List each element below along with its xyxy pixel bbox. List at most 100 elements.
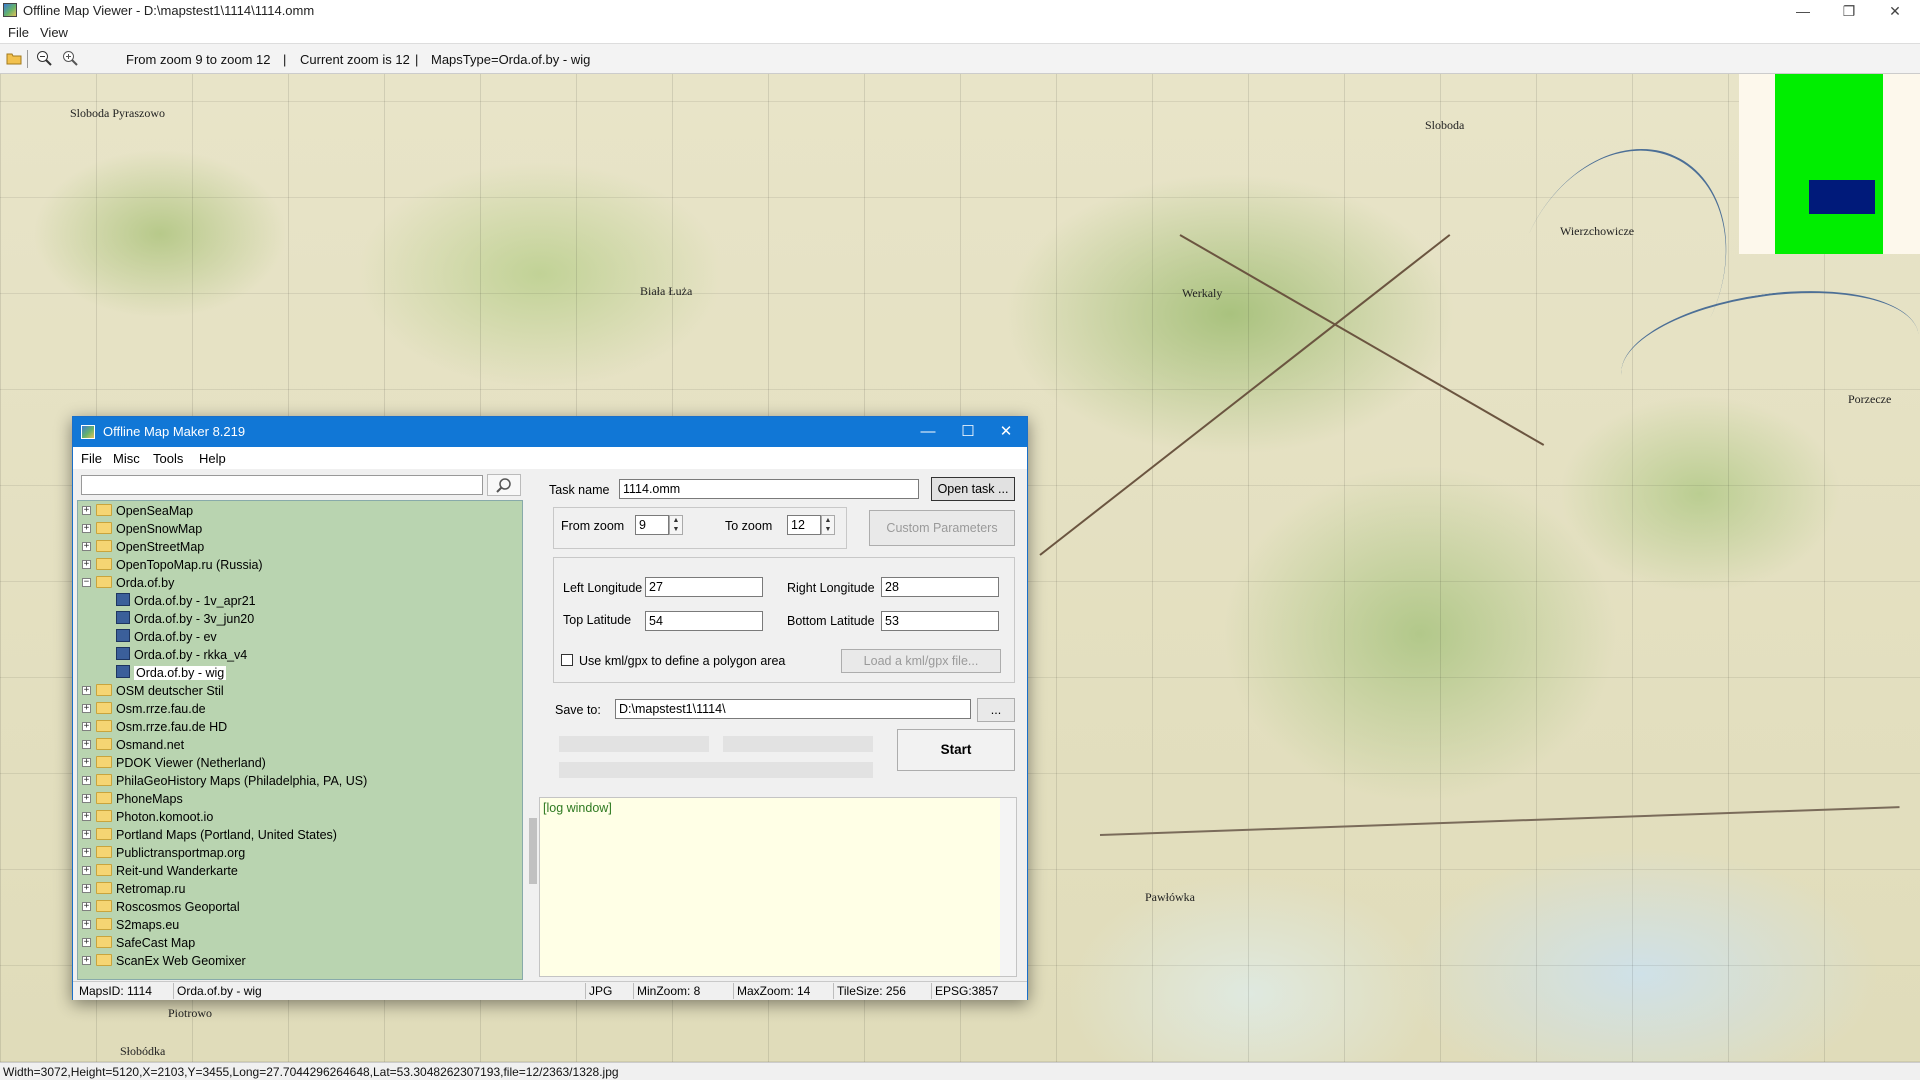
menu-view[interactable]: View	[40, 25, 68, 40]
to-zoom-input[interactable]: 12	[787, 515, 821, 535]
expand-icon[interactable]: +	[82, 758, 91, 767]
expand-icon[interactable]: +	[82, 938, 91, 947]
status-separator	[173, 983, 174, 999]
dialog-menu-misc[interactable]: Misc	[113, 451, 140, 466]
to-zoom-stepper[interactable]: ▲ ▼	[821, 515, 835, 535]
browse-button[interactable]: ...	[977, 698, 1015, 722]
use-kml-checkbox[interactable]	[561, 654, 573, 666]
right-longitude-input[interactable]: 28	[881, 577, 999, 597]
dialog-maximize-button[interactable]: ☐	[953, 421, 983, 443]
right-longitude-label: Right Longitude	[787, 581, 875, 595]
expand-icon[interactable]: +	[82, 794, 91, 803]
dialog-close-button[interactable]: ✕	[991, 421, 1021, 443]
tree-item[interactable]: + OSM deutscher Stil	[78, 682, 518, 700]
expand-icon[interactable]: +	[82, 902, 91, 911]
search-button[interactable]	[487, 474, 521, 496]
open-folder-icon[interactable]	[6, 50, 22, 66]
top-latitude-input[interactable]: 54	[645, 611, 763, 631]
tree-item[interactable]: + Osmand.net	[78, 736, 518, 754]
overview-viewport[interactable]	[1809, 180, 1875, 214]
folder-icon	[96, 810, 112, 822]
log-window[interactable]: [log window]	[539, 797, 1017, 977]
status-epsg: EPSG:3857	[935, 984, 999, 998]
tree-item-label: Portland Maps (Portland, United States)	[116, 828, 337, 842]
load-kml-button[interactable]: Load a kml/gpx file...	[841, 649, 1001, 673]
tree-item[interactable]: + OpenTopoMap.ru (Russia)	[78, 556, 518, 574]
tree-item[interactable]: + Reit-und Wanderkarte	[78, 862, 518, 880]
scrollbar-thumb[interactable]	[529, 818, 537, 884]
tree-item[interactable]: + OpenStreetMap	[78, 538, 518, 556]
dialog-menu-bar: File Misc Tools Help	[73, 447, 1027, 469]
expand-icon[interactable]: +	[82, 740, 91, 749]
minimize-button[interactable]: —	[1780, 0, 1826, 22]
tree-item[interactable]: + Osm.rrze.fau.de	[78, 700, 518, 718]
tree-item[interactable]: + SafeCast Map	[78, 934, 518, 952]
dialog-minimize-button[interactable]: —	[913, 421, 943, 443]
expand-icon[interactable]: +	[82, 776, 91, 785]
expand-icon[interactable]: +	[82, 956, 91, 965]
tree-item-label: PDOK Viewer (Netherland)	[116, 756, 266, 770]
left-longitude-input[interactable]: 27	[645, 577, 763, 597]
tree-item[interactable]: + PhoneMaps	[78, 790, 518, 808]
map-source-tree[interactable]: + OpenSeaMap + OpenSnowMap + OpenStreetMap + Op…	[77, 500, 523, 980]
expand-icon[interactable]: +	[82, 848, 91, 857]
expand-icon[interactable]: +	[82, 866, 91, 875]
expand-icon[interactable]: +	[82, 920, 91, 929]
tree-item[interactable]: + Roscosmos Geoportal	[78, 898, 518, 916]
collapse-icon[interactable]: −	[82, 578, 91, 587]
tree-item[interactable]: + PhilaGeoHistory Maps (Philadelphia, PA,…	[78, 772, 518, 790]
tree-item[interactable]: + Photon.komoot.io	[78, 808, 518, 826]
expand-icon[interactable]: +	[82, 524, 91, 533]
dialog-menu-tools[interactable]: Tools	[153, 451, 183, 466]
menu-bar: File View	[0, 22, 1920, 42]
tree-item[interactable]: Orda.of.by - 3v_jun20	[78, 610, 518, 628]
expand-icon[interactable]: +	[82, 812, 91, 821]
overview-minimap[interactable]	[1739, 74, 1920, 254]
open-task-button[interactable]: Open task ...	[931, 477, 1015, 501]
tree-item[interactable]: Orda.of.by - 1v_apr21	[78, 592, 518, 610]
tree-item[interactable]: + Portland Maps (Portland, United States)	[78, 826, 518, 844]
expand-icon[interactable]: +	[82, 542, 91, 551]
task-name-input[interactable]: 1114.omm	[619, 479, 919, 499]
expand-icon[interactable]: +	[82, 506, 91, 515]
zoom-out-icon[interactable]	[36, 50, 52, 66]
expand-icon[interactable]: +	[82, 722, 91, 731]
tree-item-label: PhilaGeoHistory Maps (Philadelphia, PA, …	[116, 774, 368, 788]
expand-icon[interactable]: +	[82, 686, 91, 695]
menu-file[interactable]: File	[8, 25, 29, 40]
save-to-input[interactable]: D:\mapstest1\1114\	[615, 699, 971, 719]
start-button[interactable]: Start	[897, 729, 1015, 771]
from-zoom-stepper[interactable]: ▲ ▼	[669, 515, 683, 535]
tree-item[interactable]: Orda.of.by - ev	[78, 628, 518, 646]
expand-icon[interactable]: +	[82, 830, 91, 839]
close-button[interactable]: ✕	[1872, 0, 1918, 22]
custom-parameters-button[interactable]: Custom Parameters	[869, 510, 1015, 546]
tree-item[interactable]: Orda.of.by - wig	[78, 664, 518, 682]
tree-item[interactable]: + OpenSeaMap	[78, 502, 518, 520]
tree-item-label: Publictransportmap.org	[116, 846, 246, 860]
map-search-input[interactable]	[81, 475, 483, 495]
folder-icon	[96, 540, 112, 552]
log-scrollbar[interactable]	[1000, 798, 1016, 976]
tree-item[interactable]: + PDOK Viewer (Netherland)	[78, 754, 518, 772]
tree-item[interactable]: + OpenSnowMap	[78, 520, 518, 538]
tree-item-label: Orda.of.by - wig	[134, 666, 227, 680]
tree-item[interactable]: + S2maps.eu	[78, 916, 518, 934]
tree-item[interactable]: + Retromap.ru	[78, 880, 518, 898]
bottom-latitude-input[interactable]: 53	[881, 611, 999, 631]
zoom-in-icon[interactable]	[62, 50, 78, 66]
from-zoom-input[interactable]: 9	[635, 515, 669, 535]
tree-item-label: Retromap.ru	[116, 882, 186, 896]
expand-icon[interactable]: +	[82, 884, 91, 893]
dialog-menu-help[interactable]: Help	[199, 451, 226, 466]
tree-item[interactable]: + ScanEx Web Geomixer	[78, 952, 518, 970]
tree-item[interactable]: − Orda.of.by	[78, 574, 518, 592]
tree-item[interactable]: + Osm.rrze.fau.de HD	[78, 718, 518, 736]
tree-item[interactable]: + Publictransportmap.org	[78, 844, 518, 862]
dialog-menu-file[interactable]: File	[81, 451, 102, 466]
expand-icon[interactable]: +	[82, 704, 91, 713]
progress-bar-2	[723, 736, 873, 752]
restore-button[interactable]: ❐	[1826, 0, 1872, 22]
tree-item[interactable]: Orda.of.by - rkka_v4	[78, 646, 518, 664]
expand-icon[interactable]: +	[82, 560, 91, 569]
